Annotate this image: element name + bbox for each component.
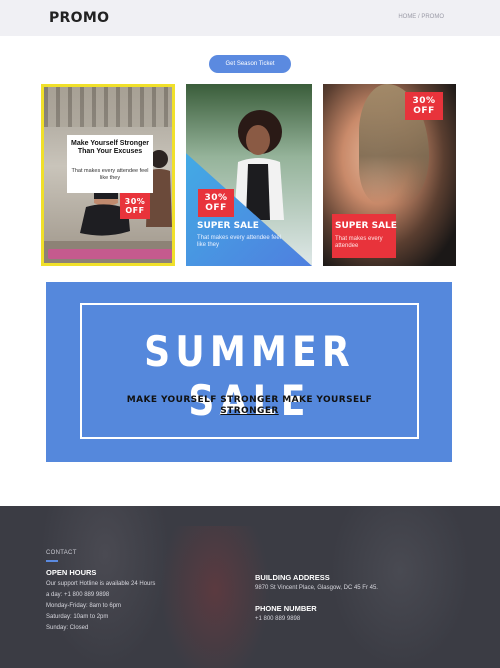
badge-off: OFF [205,203,227,213]
footer-accent-line [46,560,58,562]
phone-heading: PHONE NUMBER [255,604,317,613]
open-hours-line: Monday-Friday: 8am to 6pm [46,603,122,609]
banner-frame: SUMMER SALE MAKE YOURSELF STRONGER MAKE … [80,303,419,439]
address-text: 9870 St Vincent Place, Glasgow, DC 45 Fr… [255,585,378,591]
breadcrumb: HOME / PROMO [398,14,444,20]
card-title: SUPER SALE [197,221,259,231]
promo-card-2[interactable]: 30% OFF SUPER SALE That makes every atte… [186,84,312,266]
phone-number[interactable]: +1 800 889 9898 [255,614,300,625]
footer-section-label: CONTACT [46,550,77,556]
badge-off: OFF [413,106,435,116]
card-title: Make Yourself Stronger Than Your Excuses [71,140,149,155]
address-heading: BUILDING ADDRESS [255,573,330,582]
open-hours-line: a day: +1 800 889 9898 [46,592,110,598]
open-hours-list: Our support Hotline is available 24 Hour… [46,579,216,634]
open-hours-line: Our support Hotline is available 24 Hour… [46,581,156,587]
discount-badge: 30% OFF [120,193,150,219]
site-logo[interactable]: PROMO [49,10,109,26]
open-hours-line: Sunday: Closed [46,625,89,631]
breadcrumb-home-link[interactable]: HOME [398,14,416,20]
badge-percent: 30% [124,197,146,206]
promo-card-3[interactable]: 30% OFF SUPER SALE That makes every atte… [323,84,456,266]
banner-subtitle-link[interactable]: STRONGER [82,406,417,417]
discount-badge: 30% OFF [405,92,443,120]
breadcrumb-current: PROMO [421,14,444,20]
site-footer: CONTACT OPEN HOURS Our support Hotline i… [0,506,500,668]
card-subtitle: That makes every attendee feel like they [197,235,282,248]
open-hours-line: Saturday: 10am to 2pm [46,614,109,620]
discount-badge: 30% OFF [198,189,234,217]
open-hours-heading: OPEN HOURS [46,568,97,577]
card-subtitle: That makes every attendee [335,236,383,249]
get-season-ticket-button[interactable]: Get Season Ticket [209,55,291,73]
badge-percent: 30% [204,193,228,203]
breadcrumb-separator: / [417,14,420,20]
banner-subtitle: MAKE YOURSELF STRONGER MAKE YOURSELF STR… [82,395,417,417]
badge-percent: 30% [412,96,436,106]
badge-off: OFF [125,206,145,215]
card-title: SUPER SALE [335,221,397,231]
card-subtitle: That makes every attendee feel like they [71,168,149,181]
ceiling-beams [44,87,172,127]
banner-subtitle-text: MAKE YOURSELF STRONGER MAKE YOURSELF [126,395,373,405]
promo-card-1[interactable]: Make Yourself Stronger Than Your Excuses… [41,84,175,266]
site-header: PROMO HOME / PROMO [0,0,500,36]
summer-sale-banner[interactable]: SUMMER SALE MAKE YOURSELF STRONGER MAKE … [46,282,452,462]
